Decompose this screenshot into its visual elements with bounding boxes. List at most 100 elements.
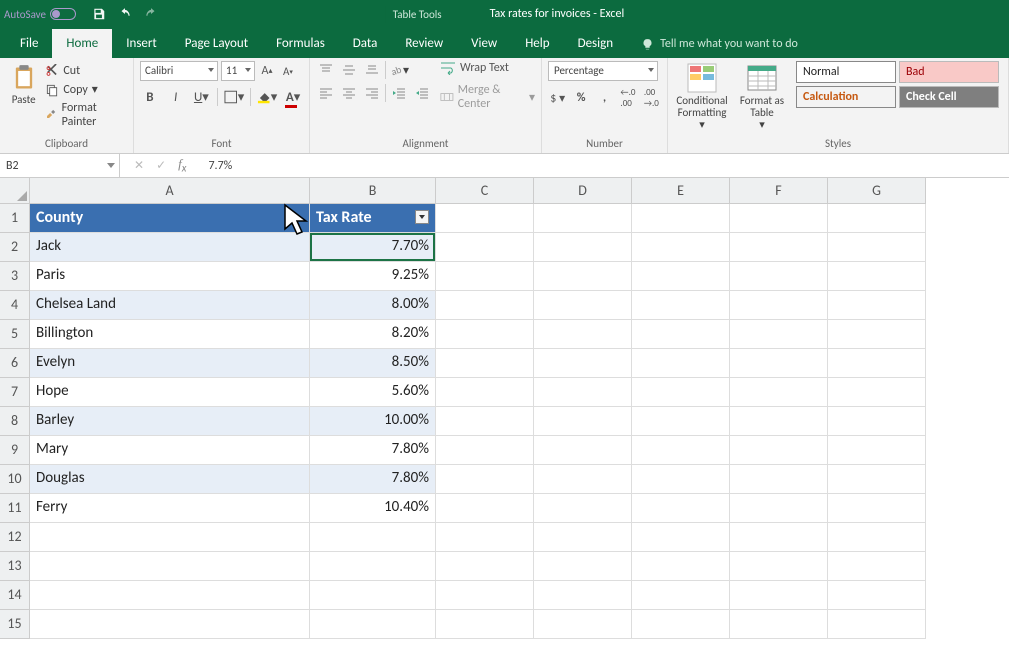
cell[interactable] [534, 436, 632, 465]
row-header[interactable]: 11 [0, 494, 30, 523]
cell[interactable] [632, 262, 730, 291]
cell[interactable] [534, 465, 632, 494]
decrease-decimal-button[interactable]: .00→.0 [642, 88, 661, 108]
cell[interactable] [534, 204, 632, 233]
cell[interactable] [534, 407, 632, 436]
cell[interactable] [436, 494, 534, 523]
cell[interactable] [632, 436, 730, 465]
cell[interactable] [730, 407, 828, 436]
column-header[interactable]: F [730, 178, 828, 204]
cell[interactable] [730, 523, 828, 552]
align-middle-button[interactable] [339, 61, 359, 79]
cell[interactable] [436, 262, 534, 291]
cell[interactable]: County [30, 204, 310, 233]
cell[interactable] [310, 523, 436, 552]
font-size-dropdown[interactable]: 11 [221, 61, 255, 81]
cell[interactable] [828, 552, 926, 581]
tab-view[interactable]: View [457, 29, 511, 58]
row-header[interactable]: 4 [0, 291, 30, 320]
cell[interactable] [534, 233, 632, 262]
cell[interactable] [534, 610, 632, 639]
tab-file[interactable]: File [6, 29, 52, 58]
cell[interactable]: 8.20% [310, 320, 436, 349]
row-header[interactable]: 10 [0, 465, 30, 494]
cell[interactable] [436, 349, 534, 378]
cell[interactable] [632, 204, 730, 233]
paste-button[interactable]: Paste [6, 61, 41, 130]
column-header[interactable]: B [310, 178, 436, 204]
cell[interactable] [828, 320, 926, 349]
cell[interactable]: Chelsea Land [30, 291, 310, 320]
row-header[interactable]: 5 [0, 320, 30, 349]
cell[interactable] [730, 233, 828, 262]
cell[interactable] [828, 494, 926, 523]
cell[interactable] [828, 523, 926, 552]
decrease-font-size-button[interactable]: A▾ [279, 62, 297, 80]
cell[interactable] [436, 320, 534, 349]
format-as-table-button[interactable]: Format as Table ▾ [734, 61, 790, 131]
row-header[interactable]: 3 [0, 262, 30, 291]
cell[interactable] [436, 523, 534, 552]
formula-input[interactable]: 7.7% [200, 156, 1009, 176]
cell[interactable]: Paris [30, 262, 310, 291]
cell[interactable]: 10.40% [310, 494, 436, 523]
percent-format-button[interactable]: % [571, 88, 590, 108]
cell[interactable] [534, 320, 632, 349]
merge-center-button[interactable]: Merge & Center ▾ [440, 83, 535, 111]
cell[interactable] [632, 581, 730, 610]
cell[interactable]: 7.70% [310, 233, 436, 262]
row-header[interactable]: 7 [0, 378, 30, 407]
tab-insert[interactable]: Insert [112, 29, 171, 58]
cell[interactable] [436, 407, 534, 436]
cell[interactable] [632, 523, 730, 552]
cell[interactable]: Jack [30, 233, 310, 262]
cell[interactable] [632, 465, 730, 494]
cell[interactable] [632, 552, 730, 581]
italic-button[interactable]: I [166, 87, 186, 107]
column-header[interactable]: D [534, 178, 632, 204]
cell[interactable]: Tax Rate [310, 204, 436, 233]
cell[interactable]: Mary [30, 436, 310, 465]
cell[interactable] [730, 610, 828, 639]
cell[interactable] [534, 523, 632, 552]
align-center-button[interactable] [339, 84, 359, 102]
column-header[interactable]: A [30, 178, 310, 204]
cell[interactable] [730, 465, 828, 494]
cell[interactable] [30, 523, 310, 552]
wrap-text-button[interactable]: Wrap Text [440, 61, 535, 75]
align-right-button[interactable] [362, 84, 382, 102]
align-bottom-button[interactable] [362, 61, 382, 79]
cell[interactable] [534, 581, 632, 610]
cell[interactable] [730, 552, 828, 581]
cell[interactable] [30, 552, 310, 581]
cell[interactable] [730, 378, 828, 407]
cell[interactable] [436, 610, 534, 639]
tab-formulas[interactable]: Formulas [262, 29, 339, 58]
cell[interactable] [730, 320, 828, 349]
tab-review[interactable]: Review [391, 29, 457, 58]
cell[interactable] [436, 378, 534, 407]
name-box[interactable]: B2 [0, 154, 120, 177]
cell[interactable] [730, 204, 828, 233]
orientation-button[interactable]: ab▾ [389, 61, 409, 79]
copy-button[interactable]: Copy ▾ [43, 81, 127, 98]
cell[interactable] [828, 610, 926, 639]
cell[interactable] [436, 552, 534, 581]
cell[interactable] [436, 465, 534, 494]
cell[interactable] [730, 291, 828, 320]
cell[interactable]: 10.00% [310, 407, 436, 436]
tab-design[interactable]: Design [564, 29, 627, 58]
cell[interactable]: Douglas [30, 465, 310, 494]
enter-formula-button[interactable]: ✓ [156, 158, 166, 173]
comma-format-button[interactable]: , [595, 88, 614, 108]
insert-function-button[interactable]: fx [178, 156, 186, 175]
cell[interactable]: 8.00% [310, 291, 436, 320]
select-all-corner[interactable] [0, 178, 30, 204]
cell[interactable] [632, 291, 730, 320]
cell[interactable]: 8.50% [310, 349, 436, 378]
tell-me-search[interactable]: Tell me what you want to do [641, 30, 798, 58]
style-normal[interactable]: Normal [796, 61, 896, 83]
cell[interactable] [730, 581, 828, 610]
tab-help[interactable]: Help [511, 29, 563, 58]
cut-button[interactable]: Cut [43, 63, 127, 79]
